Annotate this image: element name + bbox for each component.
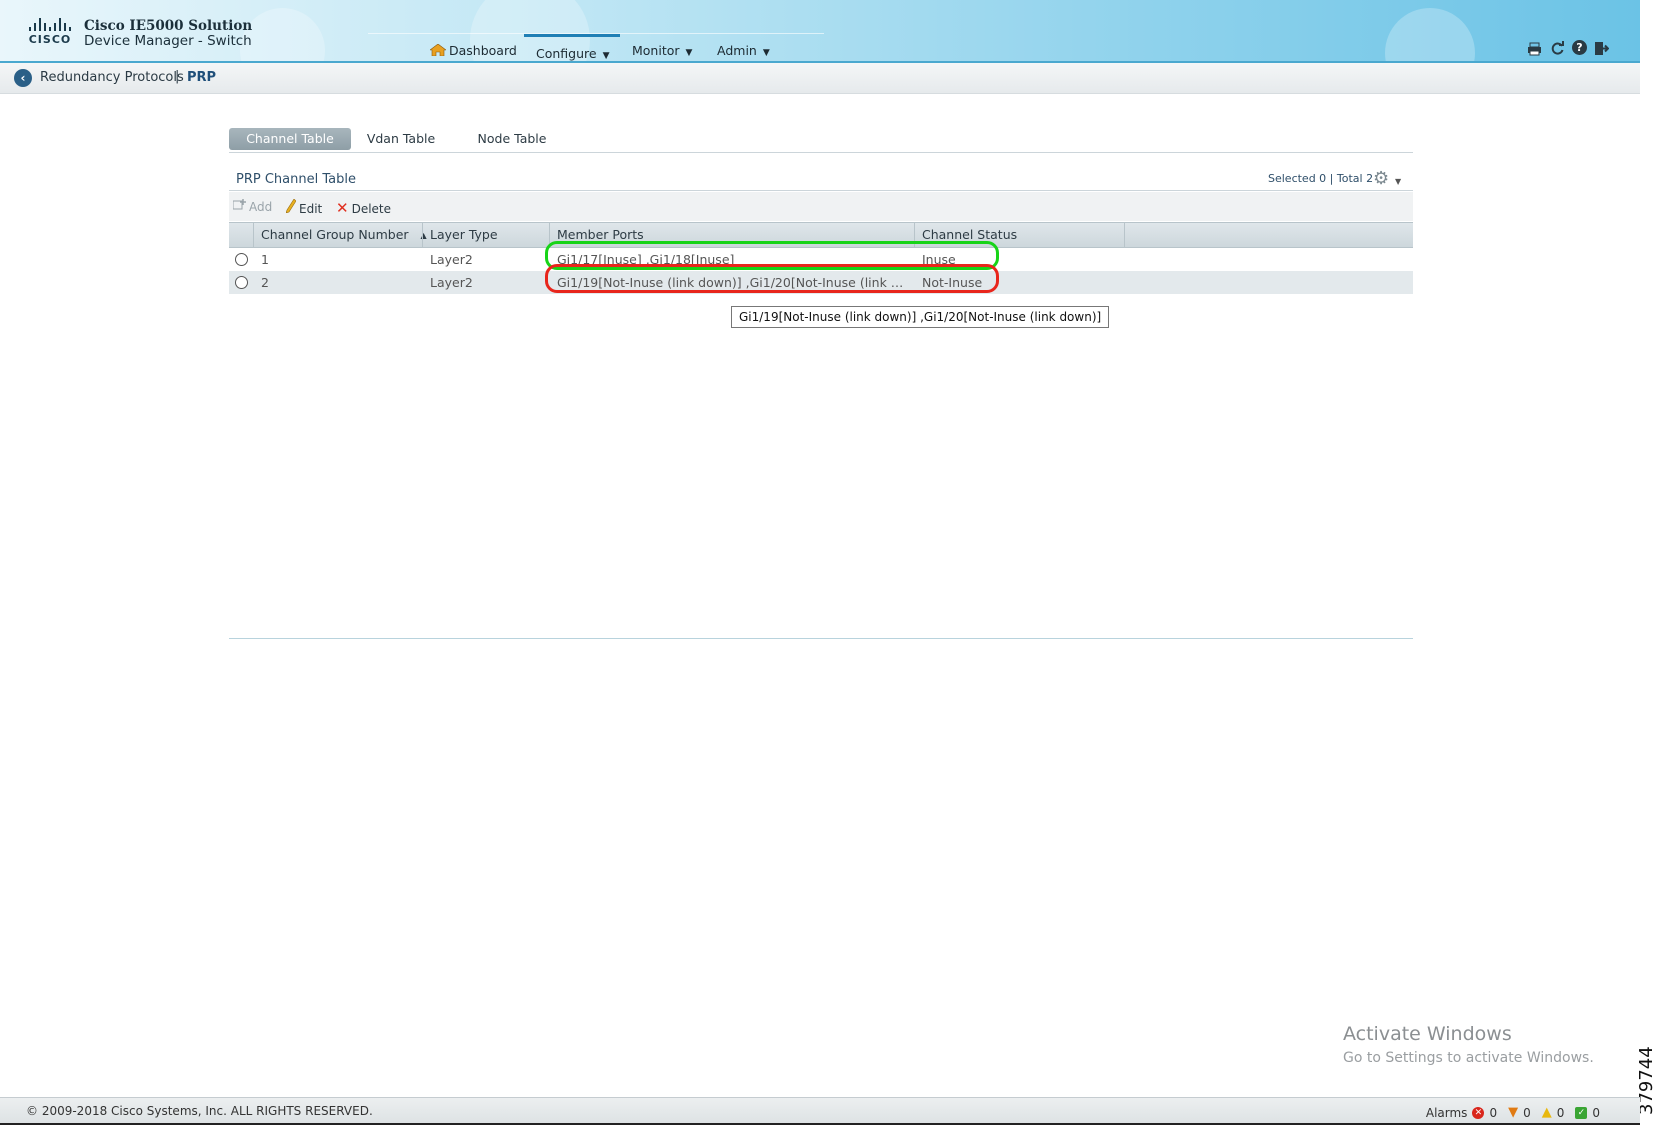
add-button[interactable]: Add	[232, 199, 273, 214]
column-header-ports[interactable]: Member Ports	[557, 227, 644, 242]
breadcrumb: ‹ Redundancy Protocols | PRP	[0, 63, 1640, 94]
cisco-logo: CISCO	[26, 18, 74, 48]
logout-icon[interactable]	[1593, 40, 1610, 57]
cell-layer: Layer2	[430, 275, 473, 290]
pencil-icon	[285, 198, 297, 216]
delete-button-label: Delete	[351, 202, 392, 216]
cisco-logo-text: CISCO	[28, 33, 72, 46]
tab-node-table[interactable]: Node Table	[468, 128, 556, 150]
chevron-down-icon: ▼	[602, 51, 610, 61]
product-name: Cisco IE5000 Solution	[84, 18, 253, 34]
notinuse-highlight-outline	[545, 264, 999, 293]
nav-configure-label: Configure	[536, 46, 597, 61]
column-divider	[422, 223, 423, 247]
header-actions: ?	[1526, 40, 1610, 57]
divider	[229, 190, 1413, 191]
breadcrumb-current: PRP	[187, 70, 217, 85]
panel-title: PRP Channel Table	[236, 172, 356, 187]
delete-x-icon: ✕	[336, 199, 349, 217]
nav-admin[interactable]: Admin ▼	[717, 43, 770, 58]
tab-bar: Channel Table Vdan Table Node Table	[229, 128, 1413, 153]
gear-icon[interactable]: ⚙	[1373, 168, 1389, 189]
alarms-label: Alarms	[1425, 1105, 1468, 1120]
selection-count: Selected 0 | Total 2	[1268, 172, 1374, 185]
critical-alarm-icon: ✕	[1472, 1106, 1485, 1119]
cell-group: 2	[261, 275, 269, 290]
help-icon[interactable]: ?	[1572, 40, 1587, 55]
cell-group: 1	[261, 252, 269, 267]
nav-dashboard-label: Dashboard	[449, 43, 517, 58]
column-header-status[interactable]: Channel Status	[922, 227, 1017, 242]
chevron-down-icon[interactable]: ▼	[1395, 177, 1401, 186]
breadcrumb-separator: |	[175, 69, 180, 84]
critical-alarm-count: 0	[1489, 1105, 1498, 1120]
print-icon[interactable]	[1526, 40, 1543, 57]
nav-configure[interactable]: Configure ▼	[524, 34, 620, 61]
back-arrow-icon[interactable]: ‹	[14, 69, 32, 87]
nav-monitor-label: Monitor	[632, 43, 680, 58]
nav-monitor[interactable]: Monitor ▼	[632, 43, 692, 58]
header-decoration	[1385, 8, 1475, 61]
status-footer: © 2009-2018 Cisco Systems, Inc. ALL RIGH…	[0, 1097, 1640, 1124]
panel-bottom-divider	[229, 638, 1413, 639]
table-toolbar: Add Edit ✕ Delete	[229, 192, 1413, 221]
cisco-logo-bars	[26, 18, 74, 31]
alarm-summary[interactable]: Alarms ✕ 0 ▼ 0 ▲ 0 ✓ 0	[1426, 1105, 1600, 1120]
ok-count: 0	[1592, 1105, 1600, 1120]
header-decoration	[240, 8, 325, 61]
major-alarm-icon: ▼	[1508, 1105, 1519, 1120]
column-header-group-label: Channel Group Number	[261, 227, 409, 242]
product-subtitle: Device Manager - Switch	[84, 33, 252, 49]
cell-layer: Layer2	[430, 252, 473, 267]
major-alarm-count: 0	[1523, 1105, 1531, 1120]
activation-watermark-title: Activate Windows	[1343, 1023, 1512, 1045]
add-row-icon	[232, 199, 246, 214]
add-button-label: Add	[249, 200, 273, 214]
row-select-radio[interactable]	[235, 253, 248, 266]
column-header-group[interactable]: Channel Group Number ▲	[261, 227, 427, 242]
delete-button[interactable]: ✕ Delete	[336, 199, 391, 217]
nav-dashboard[interactable]: Dashboard	[430, 43, 517, 58]
nav-admin-label: Admin	[717, 43, 757, 58]
ports-tooltip: Gi1/19[Not-Inuse (link down)] ,Gi1/20[No…	[731, 306, 1110, 328]
copyright-text: © 2009-2018 Cisco Systems, Inc. ALL RIGH…	[26, 1104, 373, 1118]
activation-watermark-subtitle: Go to Settings to activate Windows.	[1343, 1050, 1594, 1066]
minor-alarm-icon: ▲	[1541, 1105, 1552, 1120]
edit-button[interactable]: Edit	[285, 198, 323, 216]
tab-channel-table[interactable]: Channel Table	[229, 128, 351, 150]
breadcrumb-parent-link[interactable]: Redundancy Protocols	[40, 70, 184, 85]
column-divider	[1124, 223, 1125, 247]
refresh-icon[interactable]	[1549, 40, 1566, 57]
home-icon	[430, 44, 446, 56]
row-select-radio[interactable]	[235, 276, 248, 289]
column-divider	[253, 223, 254, 247]
main-nav: Dashboard Configure ▼ Monitor ▼ Admin ▼	[368, 33, 824, 61]
ok-check-icon: ✓	[1575, 1106, 1588, 1119]
minor-alarm-count: 0	[1556, 1105, 1565, 1120]
app-header: CISCO Cisco IE5000 Solution Device Manag…	[0, 0, 1640, 63]
tab-vdan-table[interactable]: Vdan Table	[360, 128, 442, 150]
chevron-down-icon: ▼	[762, 48, 770, 58]
column-header-layer[interactable]: Layer Type	[430, 227, 498, 242]
edit-button-label: Edit	[299, 202, 323, 216]
chevron-down-icon: ▼	[685, 48, 693, 58]
